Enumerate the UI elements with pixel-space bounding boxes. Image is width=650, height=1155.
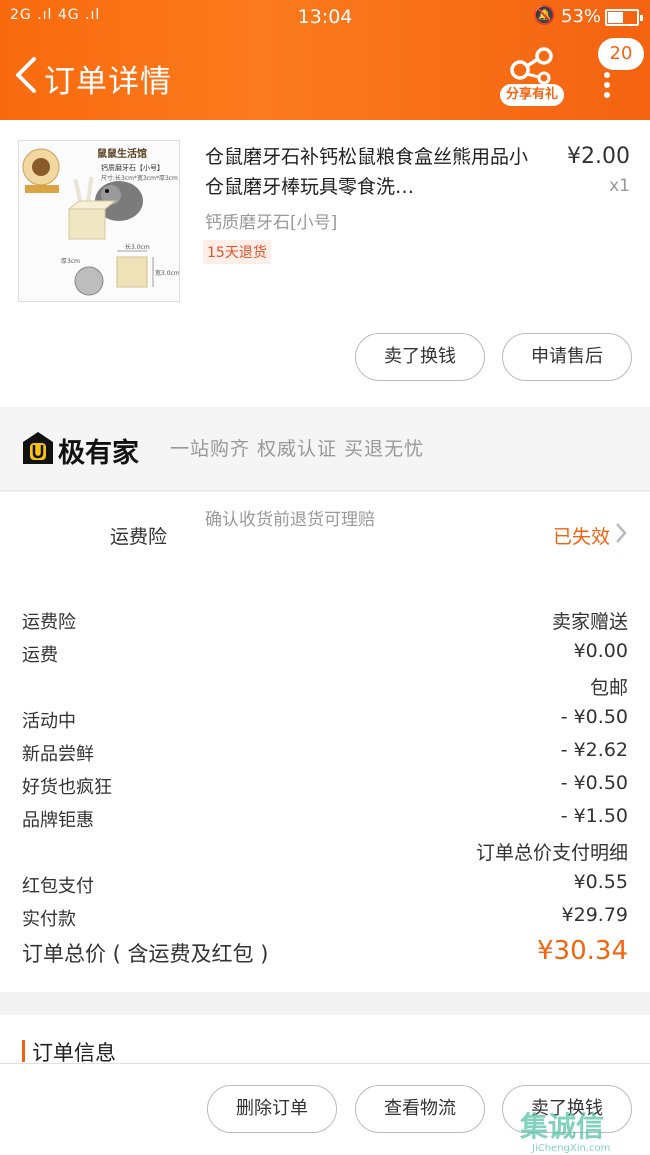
- price-row-label: 红包支付: [22, 876, 94, 897]
- back-button[interactable]: [10, 55, 40, 95]
- brand-banner[interactable]: 极有家 一站购齐 权威认证 买退无忧: [0, 409, 650, 491]
- insurance-label: 运费险: [110, 526, 168, 548]
- image-size-text: 尺寸:长3cm*宽3cm*厚3cm: [101, 174, 178, 182]
- return-policy-badge: 15天退货: [203, 240, 271, 264]
- share-icon: [510, 47, 553, 84]
- image-length-text: 长3.0cm: [125, 243, 150, 251]
- image-shop-text: 鼠鼠生活馆: [97, 147, 147, 160]
- image-thickness-text: 厚3cm: [61, 258, 80, 265]
- price-row-value: ¥29.79: [561, 904, 628, 926]
- brand-slogan: 一站购齐 权威认证 买退无忧: [170, 438, 425, 460]
- mute-bell-icon: 🔕: [533, 5, 556, 26]
- chevron-right-icon: [616, 523, 627, 543]
- payment-breakdown-heading: 订单总价支付明细: [475, 842, 628, 864]
- message-count-badge[interactable]: 20: [598, 38, 644, 70]
- image-product-text: 钙质磨牙石【小号】: [101, 163, 164, 172]
- product-sku: 钙质磨牙石[小号]: [205, 213, 338, 233]
- price-row-value: ¥0.55: [573, 871, 628, 893]
- section-accent-bar: [22, 1040, 25, 1062]
- brand-name: 极有家: [58, 438, 139, 469]
- view-logistics-button[interactable]: 查看物流: [355, 1085, 485, 1133]
- watermark-url: JiChengXin.com: [532, 1143, 611, 1154]
- delete-order-button[interactable]: 删除订单: [207, 1085, 337, 1133]
- house-logo-icon: [23, 432, 53, 464]
- price-row-value: - ¥0.50: [560, 706, 628, 728]
- watermark-text: 集诚信: [520, 1110, 605, 1143]
- page-title: 订单详情: [44, 64, 172, 100]
- insurance-status: 已失效: [552, 526, 610, 548]
- status-bar: 2G .ıl 4G .ıl 13:04 🔕 53%: [0, 0, 650, 34]
- image-width-text: 宽3.0cm: [155, 269, 180, 277]
- order-total-value: ¥30.34: [537, 936, 628, 966]
- price-row-label: 新品尝鲜: [22, 744, 94, 765]
- price-details-card: 运费险 确认收货前退货可理赔 已失效 运费险 卖家赠送 运费 ¥0.00 包邮 …: [0, 492, 650, 992]
- order-info-section: 订单信息: [0, 1015, 650, 1065]
- price-row-label: 运费险: [22, 612, 76, 633]
- share-button[interactable]: 分享有礼: [500, 44, 564, 108]
- price-row-value: - ¥2.62: [560, 739, 628, 761]
- product-title[interactable]: 仓鼠磨牙石补钙松鼠粮食盒丝熊用品小仓鼠磨牙棒玩具零食洗…: [205, 142, 540, 202]
- price-row-label: 实付款: [22, 909, 76, 930]
- product-quantity: x1: [609, 176, 630, 196]
- more-menu-icon[interactable]: [602, 72, 612, 98]
- price-row-label: 运费: [22, 645, 58, 666]
- price-row-label: 品牌钜惠: [22, 810, 94, 831]
- battery-percent: 53%: [561, 6, 602, 27]
- sell-for-cash-button[interactable]: 卖了换钱: [355, 333, 485, 381]
- after-sales-button[interactable]: 申请售后: [502, 333, 632, 381]
- price-row-value: 卖家赠送: [551, 611, 628, 633]
- product-price: ¥2.00: [567, 144, 630, 169]
- battery-icon: [605, 9, 643, 26]
- share-label: 分享有礼: [500, 84, 564, 106]
- watermark: 集诚信 JiChengXin.com: [520, 1105, 650, 1155]
- price-row-value: - ¥0.50: [560, 772, 628, 794]
- insurance-description: 确认收货前退货可理赔: [205, 510, 375, 530]
- price-row-label: 活动中: [22, 711, 76, 732]
- price-row-value: - ¥1.50: [560, 805, 628, 827]
- chevron-left-icon: [16, 57, 36, 93]
- product-card: 鼠鼠生活馆 钙质磨牙石【小号】 尺寸:长3cm*宽3cm*厚3cm 长3.0cm…: [0, 120, 650, 407]
- price-row-value: ¥0.00: [573, 640, 628, 662]
- app-header: 2G .ıl 4G .ıl 13:04 🔕 53% 订单详情 分享有礼 20: [0, 0, 650, 120]
- order-total-label: 订单总价 ( 含运费及红包 ): [22, 942, 269, 966]
- price-row-label: 好货也疯狂: [22, 777, 112, 798]
- product-image[interactable]: 鼠鼠生活馆 钙质磨牙石【小号】 尺寸:长3cm*宽3cm*厚3cm 长3.0cm…: [18, 140, 180, 302]
- price-row-value: 包邮: [589, 677, 628, 699]
